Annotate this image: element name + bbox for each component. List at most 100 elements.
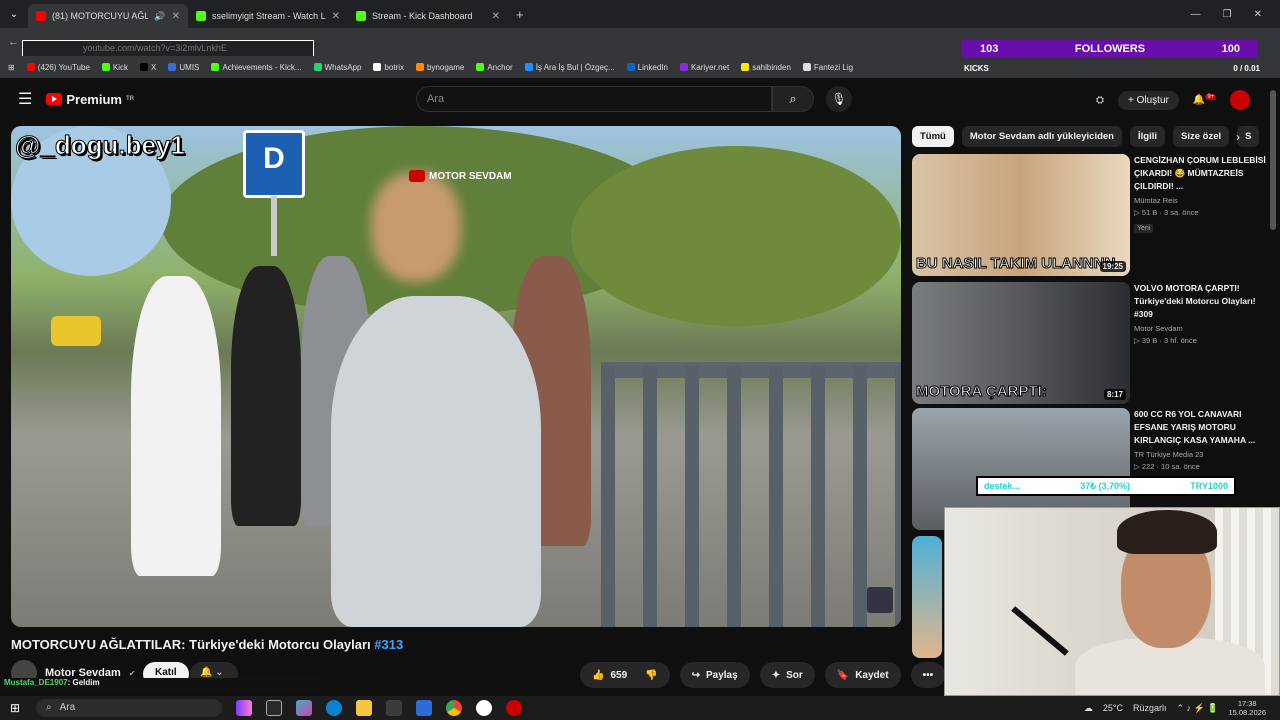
video-thumbnail[interactable]: MOTORA ÇARPTI: 8:17 [912, 282, 1130, 404]
share-button[interactable]: ↪ Paylaş [679, 662, 750, 688]
close-window-icon[interactable]: ✕ [1254, 9, 1262, 20]
chip-more[interactable]: S [1237, 126, 1260, 147]
chip-uploader[interactable]: Motor Sevdam adlı yükleyiciden [961, 126, 1122, 147]
ask-button[interactable]: ✦ Sor [759, 662, 815, 688]
bookmark-label: LinkedIn [637, 62, 668, 72]
search-icon[interactable]: ⌕ [772, 86, 814, 112]
chip-related[interactable]: İlgili [1130, 126, 1165, 147]
tab-youtube[interactable]: (81) MOTORCUYU AĞLATTILA 🔊 ✕ [28, 4, 188, 28]
edge-icon[interactable] [326, 700, 342, 716]
recommendation-channel[interactable]: TR Türkiye Media 23 [1134, 450, 1268, 459]
account-avatar[interactable] [1230, 90, 1251, 110]
bookmark-item[interactable]: botrix [373, 63, 404, 72]
youtube-logo[interactable]: Premium TR [46, 92, 134, 107]
person [231, 266, 301, 526]
tab-label: (81) MOTORCUYU AĞLATTILA [52, 11, 149, 21]
back-icon[interactable]: ← [8, 36, 19, 48]
speaker-icon[interactable]: 🔊 [154, 11, 165, 22]
recommendation-chips: Tümü Motor Sevdam adlı yükleyiciden İlgi… [912, 126, 1260, 147]
recommendation-item[interactable]: MOTORA ÇARPTI: 8:17 VOLVO MOTORA ÇARPTI!… [912, 282, 1268, 404]
bookmark-item[interactable]: X [140, 63, 156, 72]
bookmark-item[interactable]: (426) YouTube [26, 63, 90, 72]
clock[interactable]: 17:38 15.08.2026 [1228, 699, 1266, 717]
thumbs-down-icon[interactable]: 👎 [645, 670, 657, 681]
chip-for-you[interactable]: Size özel [1173, 126, 1230, 147]
video-thumbnail[interactable] [912, 536, 942, 658]
bookmark-item[interactable]: Achievements - Kick... [211, 63, 302, 72]
bookmark-icon [101, 63, 110, 71]
scrollbar[interactable] [1270, 90, 1276, 230]
video-hashtag[interactable]: #313 [374, 637, 403, 652]
bookmark-label: bynogame [426, 62, 465, 72]
weather-temp: 25°C [1102, 703, 1123, 713]
notifications-icon[interactable]: 🔔 9+ [1193, 94, 1217, 106]
video-player[interactable]: D @_dogu.bey1 MOTOR SEVDAM [11, 126, 901, 627]
bookmark-item[interactable]: Anchor [476, 63, 513, 72]
more-actions-button[interactable]: ••• [910, 662, 946, 688]
hamburger-menu-icon[interactable]: ☰ [18, 89, 32, 109]
bookmark-item[interactable]: Fantezi Lig [802, 63, 853, 72]
chrome-icon[interactable] [446, 700, 462, 716]
recommendation-item[interactable] [912, 536, 942, 658]
bookmark-item[interactable]: Kick [101, 63, 128, 72]
apps-grid-icon[interactable]: ⊞ [8, 63, 15, 72]
chevron-right-icon[interactable]: › [1236, 130, 1240, 144]
new-tab-button[interactable]: + [516, 7, 524, 22]
widget-icon[interactable] [236, 700, 252, 716]
bookmark-item[interactable]: WhatsApp [313, 63, 361, 72]
video-title: MOTORCUYU AĞLATTILAR: Türkiye'deki Motor… [11, 637, 403, 652]
recommendation-views: ▷ 222 · 10 sa. önce [1134, 462, 1200, 471]
followers-target: 100 [1221, 43, 1240, 55]
bookmark-icon [626, 63, 635, 71]
person [131, 276, 221, 576]
kicks-value: 0 / 0.01 [1233, 64, 1260, 73]
chip-all[interactable]: Tümü [912, 126, 954, 147]
maximize-icon[interactable]: ❐ [1223, 9, 1232, 20]
obs-icon[interactable] [476, 700, 492, 716]
cast-icon[interactable]: ⛭ [1096, 95, 1104, 106]
file-explorer-icon[interactable] [356, 700, 372, 716]
video-duration: 8:17 [1103, 389, 1126, 400]
taskbar-search[interactable]: ⌕ Ara [36, 699, 222, 717]
streamer-hair [1117, 510, 1217, 554]
mail-icon[interactable] [416, 700, 432, 716]
app-icon[interactable] [506, 700, 522, 716]
minimize-icon[interactable]: — [1191, 9, 1201, 20]
bookmark-item[interactable]: bynogame [415, 62, 465, 72]
tab-kick-dashboard[interactable]: Stream - Kick Dashboard ✕ [348, 4, 508, 28]
copilot-icon[interactable] [296, 700, 312, 716]
microphone-icon[interactable]: 🎙 [826, 86, 852, 112]
like-button[interactable]: 👍 659 👎 [580, 662, 670, 688]
bookmark-label: botrix [384, 62, 404, 72]
recommendation-channel[interactable]: Motor Sevdam [1134, 324, 1268, 333]
windows-taskbar: ⊞ ⌕ Ara ☁ 25°C Rüzgarlı ⌃ ♪ ⚡ 🔋 17:38 15.… [0, 696, 1280, 720]
recommendation-title[interactable]: CENGİZHAN ÇORUM LEBLEBİSİ ÇIKARDI! 😂 MÜM… [1134, 154, 1268, 193]
store-icon[interactable] [386, 700, 402, 716]
bookmark-item[interactable]: UMIS [168, 63, 199, 72]
bookmark-item[interactable]: Kariyer.net [679, 63, 729, 72]
recommendation-item[interactable]: BU NASIL TAKIM ULANNNN 19:25 CENGİZHAN Ç… [912, 154, 1268, 276]
save-button[interactable]: 🔖 Kaydet [824, 662, 901, 688]
tab-search-icon[interactable]: ⌄ [0, 9, 28, 20]
bookmark-item[interactable]: LinkedIn [626, 62, 668, 72]
video-thumbnail[interactable]: BU NASIL TAKIM ULANNNN 19:25 [912, 154, 1130, 276]
tab-kick-stream[interactable]: sselimyigit Stream - Watch Live ✕ [188, 4, 348, 28]
channel-logo-icon [867, 587, 893, 613]
bookmark-item[interactable]: sahibinden [741, 63, 791, 72]
like-count: 659 [610, 669, 628, 681]
close-tab-icon[interactable]: ✕ [172, 11, 180, 22]
tray-icons[interactable]: ⌃ ♪ ⚡ 🔋 [1176, 703, 1218, 714]
bookmark-item[interactable]: İş Ara İş Bul | Özgeç... [524, 62, 615, 72]
close-tab-icon[interactable]: ✕ [492, 11, 500, 22]
recommendation-channel[interactable]: Mümtaz Reis [1134, 196, 1268, 205]
task-view-icon[interactable] [266, 700, 282, 716]
close-tab-icon[interactable]: ✕ [332, 11, 340, 22]
recommendation-title[interactable]: 600 CC R6 YOL CANAVARI EFSANE YARIŞ MOTO… [1134, 408, 1268, 447]
windows-start-icon[interactable]: ⊞ [10, 701, 20, 715]
bookmark-icon [476, 63, 485, 71]
recommendation-title[interactable]: VOLVO MOTORA ÇARPTI! Türkiye'deki Motorc… [1134, 282, 1268, 321]
search-input[interactable]: Ara [416, 86, 772, 112]
create-button[interactable]: + Oluştur [1118, 90, 1179, 110]
bookmark-label: İş Ara İş Bul | Özgeç... [535, 62, 615, 72]
clock-time: 17:38 [1237, 699, 1257, 708]
